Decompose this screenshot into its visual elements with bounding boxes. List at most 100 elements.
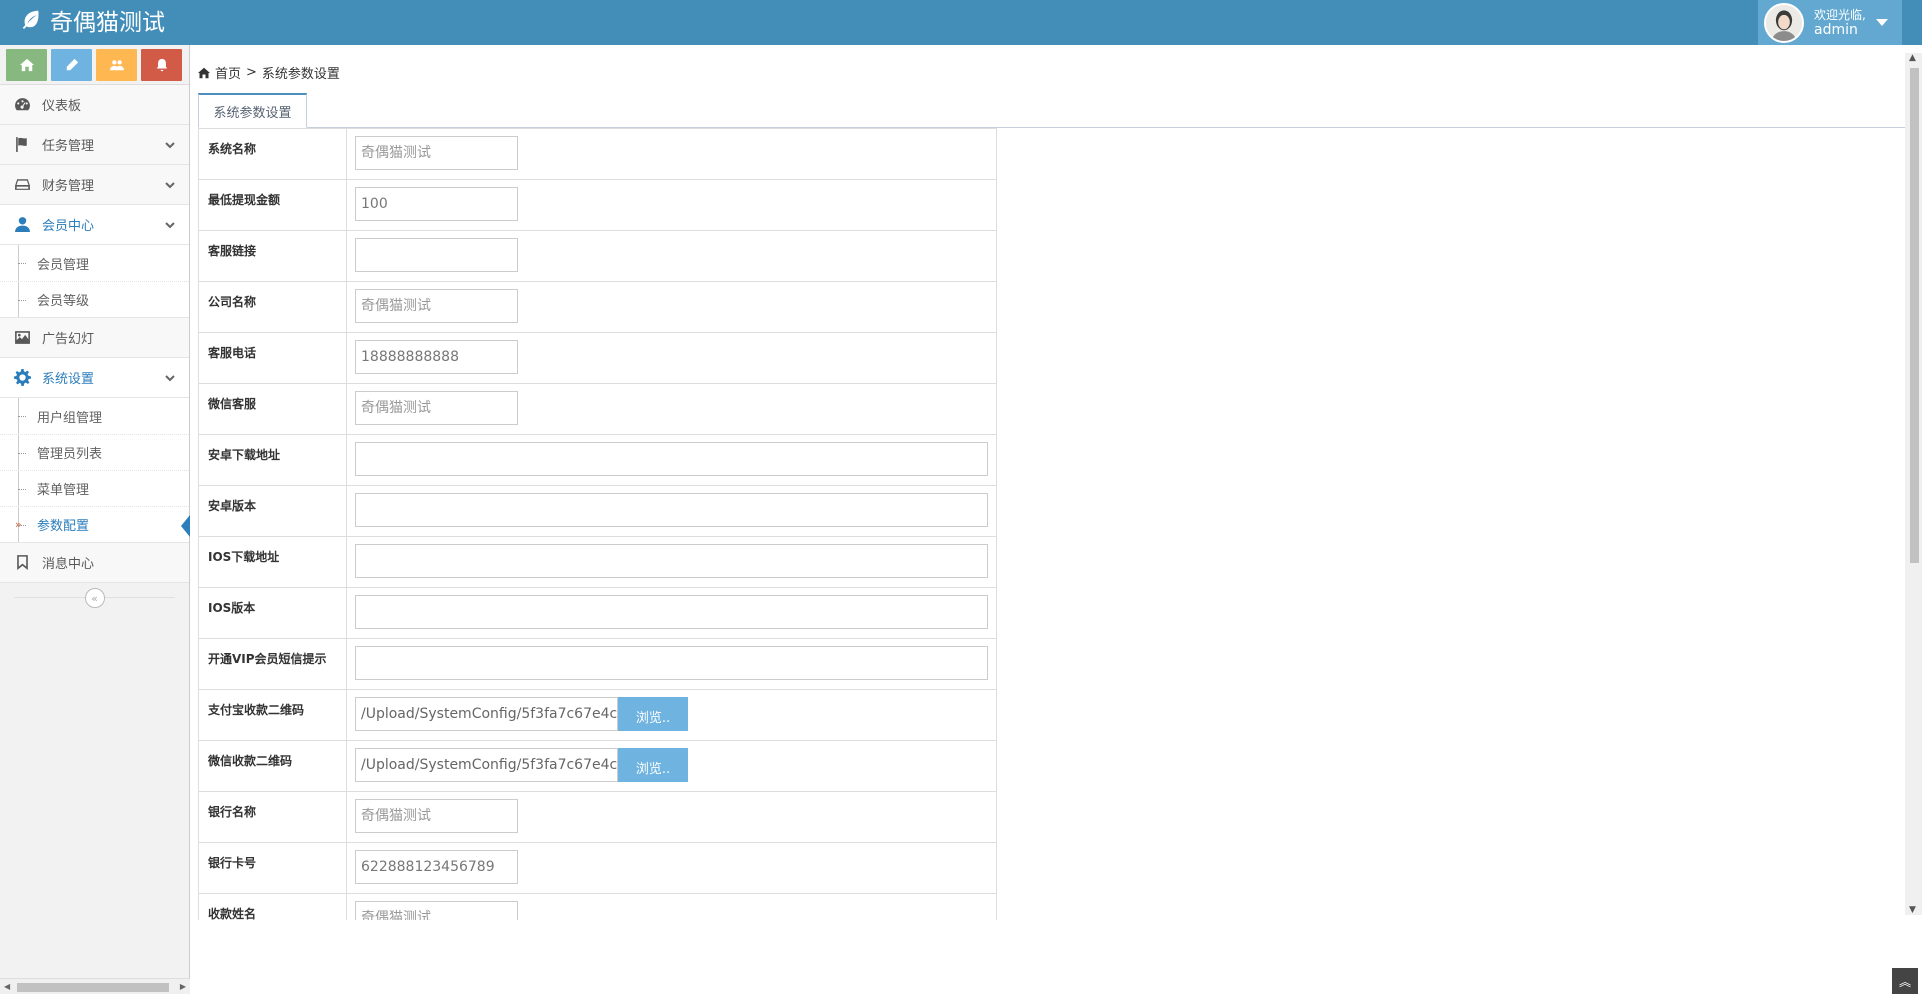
sidebar-subitem-label: 菜单管理 xyxy=(37,483,90,498)
sidebar-item-finance[interactable]: 财务管理 xyxy=(0,165,189,205)
sidebar-item-message-center[interactable]: 消息中心 xyxy=(0,543,189,583)
sidebar-horizontal-scrollbar[interactable]: ◀ ▶ xyxy=(0,978,190,994)
user-menu[interactable]: 欢迎光临, admin xyxy=(1758,0,1902,45)
sidebar-subitem-parameter-config[interactable]: » 参数配置 xyxy=(0,506,190,542)
submenu-member-center: 会员管理 会员等级 xyxy=(0,245,189,318)
user-icon xyxy=(14,217,30,232)
shortcut-home-button[interactable] xyxy=(6,49,47,81)
field-cell xyxy=(346,230,997,282)
scroll-right-icon[interactable]: ▶ xyxy=(180,982,186,991)
text-input[interactable] xyxy=(355,544,988,578)
sidebar-subitem-label: 会员等级 xyxy=(37,294,90,309)
sidebar-subitem-menu-management[interactable]: 菜单管理 xyxy=(0,470,189,506)
sidebar-item-system-settings[interactable]: 系统设置 xyxy=(0,358,189,398)
active-pointer xyxy=(181,515,190,537)
leaf-icon xyxy=(20,8,42,37)
field-cell: 奇偶猫测试 xyxy=(346,281,997,333)
field-cell xyxy=(346,536,997,588)
breadcrumb-separator: > xyxy=(246,65,257,80)
text-input[interactable]: 奇偶猫测试 xyxy=(355,289,518,323)
text-input[interactable]: 奇偶猫测试 xyxy=(355,136,518,170)
sidebar-item-label: 消息中心 xyxy=(42,557,95,572)
field-cell xyxy=(346,638,997,690)
form-row: 客服链接 xyxy=(198,230,997,282)
scroll-up-icon[interactable]: ▲ xyxy=(1909,53,1916,63)
form-row: 开通VIP会员短信提示 xyxy=(198,638,997,690)
form-row: 安卓版本 xyxy=(198,485,997,537)
field-cell: 奇偶猫测试 xyxy=(346,791,997,843)
text-input[interactable] xyxy=(355,238,518,272)
shortcut-edit-button[interactable] xyxy=(51,49,92,81)
scrollbar-thumb[interactable] xyxy=(1910,68,1919,563)
text-input[interactable] xyxy=(355,442,988,476)
form-row: 客服电话 18888888888 xyxy=(198,332,997,384)
tab-bar: 系统参数设置 xyxy=(198,93,1912,128)
scroll-left-icon[interactable]: ◀ xyxy=(4,982,10,991)
shortcut-users-button[interactable] xyxy=(96,49,137,81)
sidebar-item-label: 仪表板 xyxy=(42,99,82,114)
field-cell xyxy=(346,485,997,537)
caret-down-icon xyxy=(1876,19,1888,26)
text-input[interactable]: 奇偶猫测试 xyxy=(355,901,518,920)
sidebar-item-member-center[interactable]: 会员中心 xyxy=(0,205,189,245)
form-row: 收款姓名 奇偶猫测试 xyxy=(198,893,997,920)
field-cell: /Upload/SystemConfig/5f3fa7c67e4cc 浏览.. xyxy=(346,740,997,792)
bookmark-icon xyxy=(16,555,28,570)
main-vertical-scrollbar[interactable]: ▲ ▼ xyxy=(1905,53,1922,915)
sidebar-item-dashboard[interactable]: 仪表板 xyxy=(0,85,189,125)
sidebar-item-tasks[interactable]: 任务管理 xyxy=(0,125,189,165)
back-to-top-button[interactable]: ︽ xyxy=(1892,968,1918,994)
scroll-down-icon[interactable]: ▼ xyxy=(1909,905,1916,915)
file-path-input[interactable]: /Upload/SystemConfig/5f3fa7c67e4cc xyxy=(355,697,618,731)
file-upload-group: /Upload/SystemConfig/5f3fa7c67e4cc 浏览.. xyxy=(355,697,988,731)
browse-button[interactable]: 浏览.. xyxy=(618,697,688,731)
field-label: 收款姓名 xyxy=(198,893,347,920)
breadcrumb: 首页 > 系统参数设置 xyxy=(198,63,340,82)
sidebar-subitem-label: 用户组管理 xyxy=(37,410,103,426)
text-input[interactable]: 622888123456789 xyxy=(355,850,518,884)
shortcut-notifications-button[interactable] xyxy=(141,49,182,81)
app-title: 奇偶猫测试 xyxy=(50,9,165,36)
field-label: 客服链接 xyxy=(198,230,347,282)
field-label: 银行名称 xyxy=(198,791,347,843)
sidebar-subitem-user-groups[interactable]: 用户组管理 xyxy=(0,398,189,434)
sidebar-item-label: 系统设置 xyxy=(42,372,95,387)
home-icon xyxy=(198,67,210,78)
field-label: 银行卡号 xyxy=(198,842,347,894)
sidebar-subitem-admin-list[interactable]: 管理员列表 xyxy=(0,434,189,470)
text-input[interactable] xyxy=(355,646,988,680)
text-input[interactable]: 奇偶猫测试 xyxy=(355,799,518,833)
field-cell: 18888888888 xyxy=(346,332,997,384)
browse-button[interactable]: 浏览.. xyxy=(618,748,688,782)
sidebar-item-ad-slides[interactable]: 广告幻灯 xyxy=(0,318,189,358)
sidebar-subitem-member-levels[interactable]: 会员等级 xyxy=(0,281,189,317)
avatar xyxy=(1764,2,1804,43)
brand[interactable]: 奇偶猫测试 xyxy=(20,8,165,37)
field-label: 最低提现金额 xyxy=(198,179,347,231)
field-cell xyxy=(346,587,997,639)
user-info: 欢迎光临, admin xyxy=(1814,8,1866,38)
scrollbar-thumb[interactable] xyxy=(17,983,169,992)
drive-icon xyxy=(14,179,30,190)
text-input[interactable] xyxy=(355,595,988,629)
tab-system-parameters[interactable]: 系统参数设置 xyxy=(198,93,307,128)
gear-icon xyxy=(13,369,31,386)
text-input[interactable] xyxy=(355,493,988,527)
field-label: IOS下载地址 xyxy=(198,536,347,588)
breadcrumb-home-link[interactable]: 首页 xyxy=(215,63,241,82)
field-label: 公司名称 xyxy=(198,281,347,333)
text-input[interactable]: 18888888888 xyxy=(355,340,518,374)
chevron-up-icon xyxy=(165,222,175,229)
file-upload-group: /Upload/SystemConfig/5f3fa7c67e4cc 浏览.. xyxy=(355,748,988,782)
field-label: 支付宝收款二维码 xyxy=(198,689,347,741)
sidebar-subitem-member-management[interactable]: 会员管理 xyxy=(0,245,189,281)
text-input[interactable]: 100 xyxy=(355,187,518,221)
field-label: 系统名称 xyxy=(198,128,347,180)
picture-icon xyxy=(14,331,30,344)
sidebar-subitem-label: 会员管理 xyxy=(37,257,90,273)
breadcrumb-current: 系统参数设置 xyxy=(261,67,340,82)
double-angle-right-icon: » xyxy=(15,518,22,531)
collapse-sidebar-button[interactable]: « xyxy=(84,588,105,608)
text-input[interactable]: 奇偶猫测试 xyxy=(355,391,518,425)
file-path-input[interactable]: /Upload/SystemConfig/5f3fa7c67e4cc xyxy=(355,748,618,782)
